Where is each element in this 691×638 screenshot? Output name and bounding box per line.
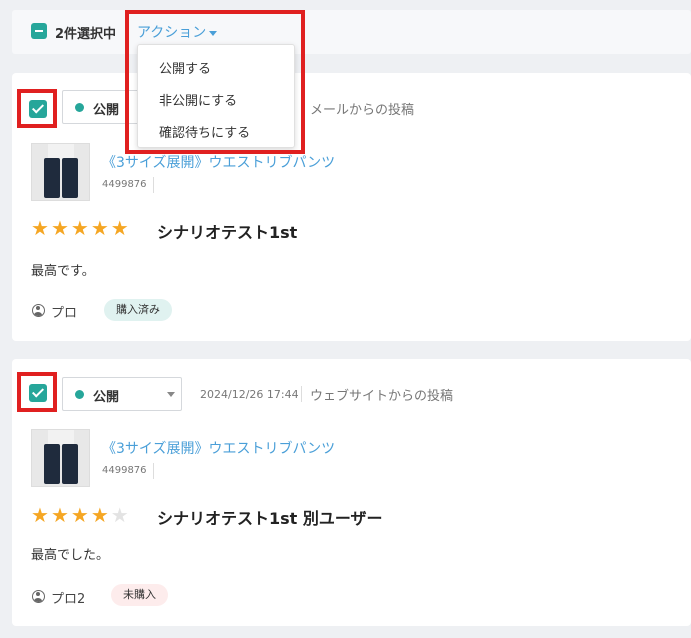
menu-item-pending[interactable]: 確認待ちにする	[159, 122, 250, 141]
star-icon: ★	[70, 216, 91, 240]
chevron-down-icon	[209, 30, 218, 36]
post-source: メールからの投稿	[310, 103, 415, 118]
action-dropdown-button[interactable]: アクション	[137, 22, 218, 42]
reviewer-name: プロ	[51, 306, 78, 321]
user-icon	[32, 304, 45, 317]
post-date: 2024/12/26 17:44	[200, 388, 299, 401]
menu-item-publish[interactable]: 公開する	[159, 58, 211, 77]
review-card: 公開 2024/12/26 17:44 ウェブサイトからの投稿 《3サイズ展開》…	[12, 359, 691, 626]
star-icon: ★	[31, 503, 51, 527]
review-title: シナリオテスト1st 別ユーザー	[157, 509, 383, 528]
star-icon: ★	[110, 216, 131, 240]
star-icon: ★	[90, 503, 111, 527]
purchase-badge: 未購入	[111, 584, 168, 606]
reviewer-name: プロ2	[51, 592, 86, 607]
star-icon: ★	[31, 216, 51, 240]
status-dot-icon	[75, 103, 84, 112]
product-id: 4499876	[102, 179, 147, 190]
review-checkbox[interactable]	[29, 384, 47, 402]
product-thumbnail[interactable]	[31, 429, 90, 487]
star-rating: ★★★★★	[31, 218, 131, 238]
product-link[interactable]: 《3サイズ展開》ウエストリブパンツ	[102, 438, 335, 458]
star-icon: ★	[70, 503, 91, 527]
review-card: 公開 メールからの投稿 《3サイズ展開》ウエストリブパンツ 4499876 ★★…	[12, 73, 691, 341]
thumbnail-pants-right	[62, 444, 78, 484]
review-body: 最高です。	[31, 264, 95, 279]
divider	[153, 463, 154, 479]
star-icon: ★	[50, 503, 71, 527]
select-all-checkbox[interactable]	[31, 23, 47, 39]
review-checkbox[interactable]	[29, 100, 47, 118]
star-icon: ★	[90, 216, 111, 240]
chevron-down-icon	[167, 392, 175, 397]
thumbnail-pants-left	[44, 158, 60, 198]
review-body: 最高でした。	[31, 548, 110, 563]
thumbnail-pants-left	[44, 444, 60, 484]
status-dot-icon	[75, 390, 84, 399]
star-empty-icon: ★	[110, 503, 131, 527]
status-label: 公開	[93, 390, 120, 405]
star-icon: ★	[50, 216, 71, 240]
action-label: アクション	[137, 25, 207, 41]
user-icon	[32, 590, 45, 603]
divider	[153, 177, 154, 193]
selected-count: 2件選択中	[55, 27, 117, 42]
menu-item-unpublish[interactable]: 非公開にする	[159, 90, 237, 109]
divider	[301, 386, 302, 402]
post-source: ウェブサイトからの投稿	[310, 389, 454, 404]
thumbnail-pants-right	[62, 158, 78, 198]
product-thumbnail[interactable]	[31, 143, 90, 201]
purchase-badge: 購入済み	[104, 299, 172, 321]
product-link[interactable]: 《3サイズ展開》ウエストリブパンツ	[102, 152, 335, 172]
bulk-action-bar: 2件選択中 アクション	[12, 10, 691, 54]
product-id: 4499876	[102, 465, 147, 476]
action-dropdown-menu: 公開する 非公開にする 確認待ちにする	[137, 44, 295, 148]
star-rating: ★★★★★	[31, 505, 131, 525]
review-title: シナリオテスト1st	[157, 223, 298, 242]
status-select[interactable]: 公開	[62, 377, 182, 411]
status-label: 公開	[93, 103, 120, 118]
